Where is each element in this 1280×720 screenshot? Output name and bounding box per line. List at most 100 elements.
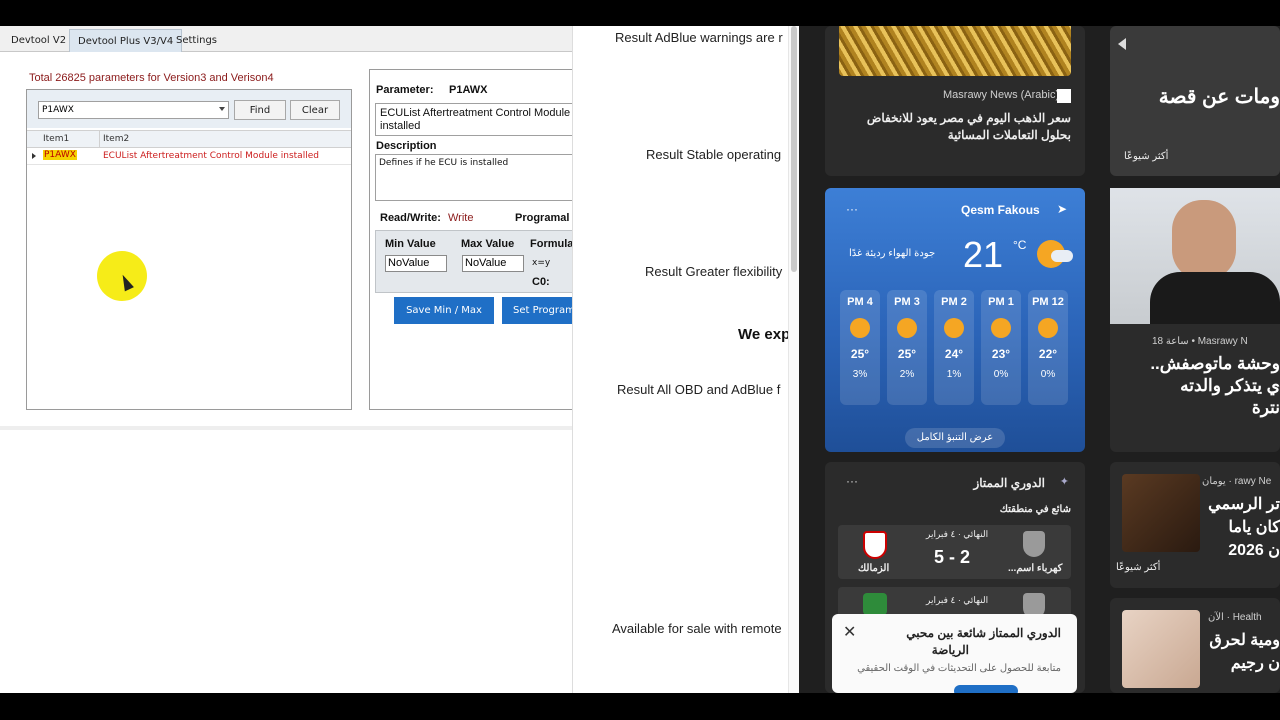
programable-label: Programal: [515, 212, 570, 224]
person-headline-line1[interactable]: وحشة ماتوصفش..: [1150, 354, 1280, 374]
full-forecast-button[interactable]: عرض التنبؤ الكامل: [905, 428, 1005, 448]
row-selector-icon: [32, 153, 36, 159]
min-value-label: Min Value: [385, 238, 436, 250]
find-button[interactable]: Find: [234, 100, 286, 120]
series-line2[interactable]: كان ياما: [1229, 517, 1280, 537]
parameter-value: P1AWX: [449, 84, 488, 96]
hourly-forecast-item[interactable]: PM 12 22° 0%: [1028, 290, 1068, 405]
health-line2[interactable]: ن رجيم: [1231, 653, 1280, 673]
doc-line-adblue: Result AdBlue warnings are r: [615, 30, 783, 45]
tab-devtool-plus[interactable]: Devtool Plus V3/V4: [69, 29, 183, 52]
document-scroll-thumb[interactable]: [791, 26, 797, 272]
weather-location[interactable]: Qesm Fakous: [961, 203, 1040, 217]
top-black-bar: [0, 0, 1280, 26]
league-subtitle: شائع في منطقتك: [999, 504, 1071, 515]
parameter-detail-panel: Parameter: P1AWX ECUList Aftertreatment …: [369, 69, 572, 410]
description-label: Description: [376, 140, 437, 152]
column-item1[interactable]: Item1: [43, 134, 69, 144]
document-scrollbar[interactable]: [788, 26, 799, 693]
match-score: 2 - 5: [934, 547, 971, 567]
partly-sunny-icon: [991, 318, 1011, 338]
hourly-forecast-item[interactable]: PM 4 25° 3%: [840, 290, 880, 405]
temperature-unit[interactable]: °C: [1013, 238, 1026, 252]
news-card-gold[interactable]: Masrawy News (Arabic) سعر الذهب اليوم في…: [825, 26, 1085, 176]
table-row[interactable]: P1AWX ECUList Aftertreatment Control Mod…: [27, 148, 351, 165]
story-headline[interactable]: ومات عن قصة: [1159, 84, 1280, 109]
max-value-label: Max Value: [461, 238, 515, 250]
hourly-forecast-item[interactable]: PM 3 25° 2%: [887, 290, 927, 405]
health-line1[interactable]: ومية لحرق: [1209, 630, 1280, 650]
match-status: النهائي · ٤ فبراير: [926, 529, 989, 539]
close-icon[interactable]: ✕: [843, 622, 856, 642]
weather-card[interactable]: ··· Qesm Fakous ➤ جودة الهواء رديئة غدًا…: [825, 188, 1085, 452]
devtool-window: Devtool V2 Devtool Plus V3/V4 Settings T…: [0, 26, 572, 693]
match-row[interactable]: الزمالك النهائي · ٤ فبراير 2 - 5 كهرباء …: [838, 525, 1071, 579]
hour-precip: 1%: [946, 369, 962, 380]
more-options-icon[interactable]: ···: [846, 202, 858, 216]
trending-label: أكثر شيوعًا: [1124, 151, 1169, 162]
toast-title-line2: الرياضة: [931, 643, 969, 657]
news-card-series[interactable]: يومان · rawy Ne تر الرسمي كان ياما ن 202…: [1110, 462, 1280, 588]
match-status: النهائي · ٤ فبراير: [926, 595, 989, 605]
home-team: الزمالك: [858, 563, 890, 574]
set-programable-button[interactable]: Set Programa: [502, 297, 572, 324]
news-headline-line1[interactable]: سعر الذهب اليوم في مصر يعود للانخفاض: [867, 111, 1071, 125]
news-meta: الآن · Health: [1208, 612, 1262, 623]
doc-line-stable: Result Stable operating: [646, 147, 782, 162]
partly-sunny-icon: [850, 318, 870, 338]
parameter-name-box[interactable]: ECUList Aftertreatment Control Module in…: [375, 103, 572, 136]
row-parameter-cell[interactable]: P1AWX: [43, 150, 77, 160]
location-arrow-icon: ➤: [1057, 202, 1068, 216]
search-toolbar: P1AWX Find Clear: [27, 90, 351, 128]
hour-temp: 23°: [991, 347, 1011, 361]
hour-label: PM 4: [847, 296, 873, 308]
hour-temp: 25°: [850, 347, 870, 361]
tab-settings[interactable]: Settings: [168, 29, 225, 52]
tab-devtool-v2[interactable]: Devtool V2: [3, 29, 74, 52]
person-face: [1172, 200, 1236, 280]
league-title[interactable]: الدوري الممتاز: [973, 476, 1045, 490]
toast-follow-button[interactable]: [954, 685, 1018, 693]
readwrite-label: Read/Write:: [380, 212, 441, 224]
column-item2[interactable]: Item2: [103, 134, 129, 144]
max-value-input[interactable]: NoValue: [462, 255, 524, 272]
person-headline-line3[interactable]: نترة: [1252, 398, 1280, 418]
row-description-cell[interactable]: ECUList Aftertreatment Control Module in…: [103, 151, 319, 161]
person-headline-line2[interactable]: ي يتذكر والدته: [1180, 376, 1280, 396]
away-team: كهرباء اسم...: [1008, 563, 1063, 574]
search-combo-value: P1AWX: [42, 105, 74, 115]
carousel-prev-icon[interactable]: [1118, 38, 1126, 50]
formula-value: x=y: [532, 258, 551, 268]
doc-line-obd: Result All OBD and AdBlue f: [617, 382, 781, 397]
toast-body: متابعة للحصول على التحديثات في الوقت الح…: [857, 663, 1061, 674]
grid-header: Item1 Item2: [27, 130, 351, 148]
parameter-search-combo[interactable]: P1AWX: [38, 101, 229, 119]
hour-label: PM 2: [941, 296, 967, 308]
air-quality-note[interactable]: جودة الهواء رديئة غدًا: [849, 248, 935, 259]
document-page: Result AdBlue warnings are r Result Stab…: [572, 26, 788, 693]
tab-strip: Devtool V2 Devtool Plus V3/V4 Settings: [0, 26, 572, 52]
toast-title: الدوري الممتاز شائعة بين محبي: [906, 626, 1061, 640]
hourly-forecast-item[interactable]: PM 1 23° 0%: [981, 290, 1021, 405]
min-value-input[interactable]: NoValue: [385, 255, 447, 272]
save-min-max-button[interactable]: Save Min / Max: [394, 297, 494, 324]
news-meta: 18 ساعة • Masrawy N: [1152, 336, 1248, 347]
team-shield-icon: [1023, 531, 1045, 557]
description-box[interactable]: Defines if he ECU is installed: [375, 154, 572, 201]
trophy-icon: ✦: [1059, 476, 1069, 488]
series-line3[interactable]: ن 2026: [1228, 540, 1280, 560]
devtool-body: Total 26825 parameters for Version3 and …: [0, 53, 572, 430]
chevron-down-icon[interactable]: [219, 107, 225, 111]
news-card-story[interactable]: ومات عن قصة أكثر شيوعًا: [1110, 26, 1280, 176]
total-parameters-label: Total 26825 parameters for Version3 and …: [29, 72, 274, 84]
hour-precip: 2%: [899, 369, 915, 380]
series-line1[interactable]: تر الرسمي: [1208, 494, 1280, 514]
hourly-forecast-item[interactable]: PM 2 24° 1%: [934, 290, 974, 405]
person-suit: [1150, 272, 1280, 324]
notification-toast[interactable]: ✕ الدوري الممتاز شائعة بين محبي الرياضة …: [832, 614, 1077, 693]
health-image: [1122, 610, 1200, 688]
more-options-icon[interactable]: ···: [846, 474, 858, 488]
clear-button[interactable]: Clear: [290, 100, 340, 120]
news-headline-line2[interactable]: بحلول التعاملات المسائية: [948, 128, 1071, 142]
news-card-health[interactable]: الآن · Health ومية لحرق ن رجيم: [1110, 598, 1280, 693]
